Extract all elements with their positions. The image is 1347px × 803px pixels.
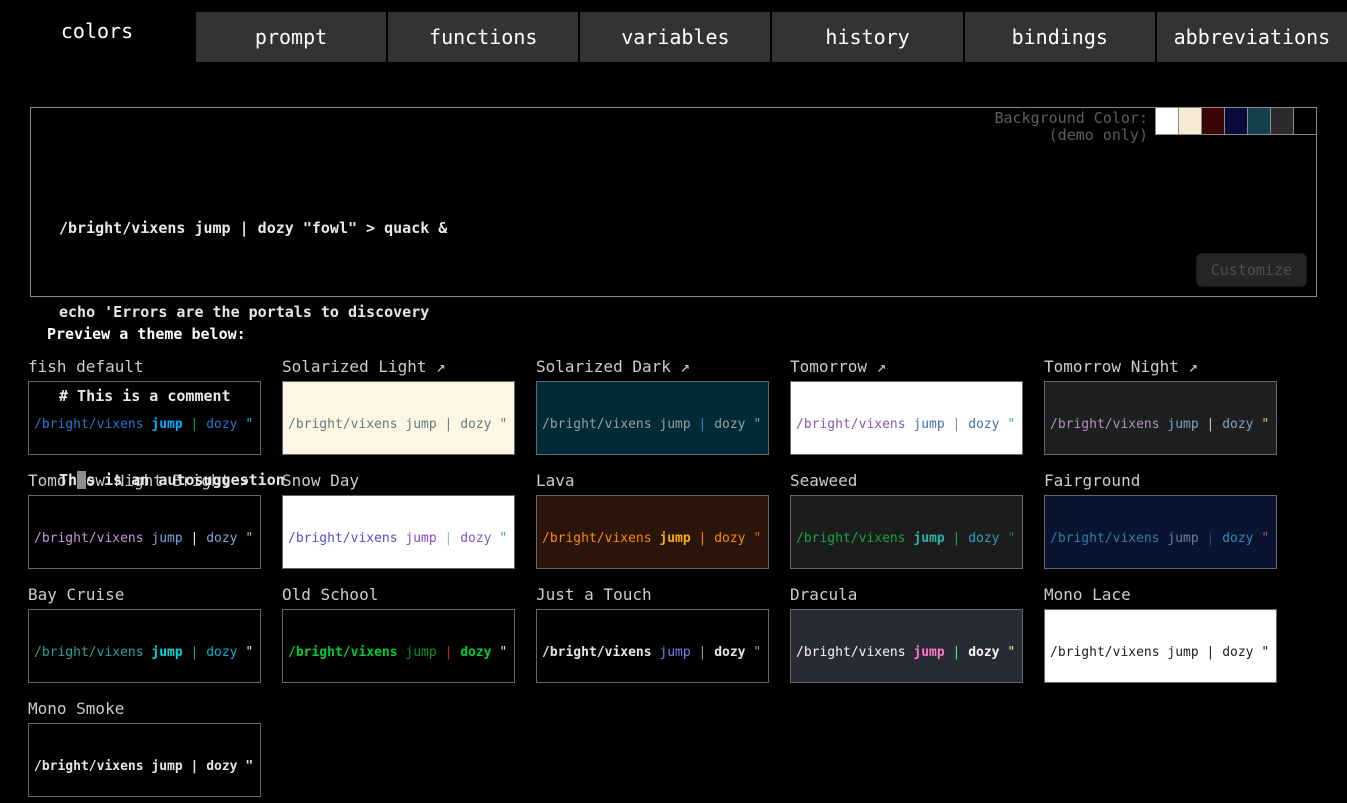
tab-prompt[interactable]: prompt: [196, 12, 386, 62]
tab-abbreviations[interactable]: abbreviations: [1157, 12, 1347, 62]
terminal-line-error: echo 'Errors are the portals to discover…: [59, 298, 1316, 326]
background-swatch-6[interactable]: [1293, 107, 1317, 135]
seg-path: /bright/vixens: [34, 759, 144, 774]
theme-line-command: /bright/vixens jump | dozy ": [1050, 645, 1271, 661]
seg-path: /bright/vixens: [34, 645, 144, 660]
terminal-line-comment: # This is a comment: [59, 382, 1316, 410]
seg-jump: jump: [1167, 645, 1198, 660]
theme-title-mono-lace[interactable]: Mono Lace: [1044, 585, 1298, 607]
seg-pipe: |: [191, 759, 199, 774]
autosuggestion-suffix: s is an autosuggestion: [86, 471, 285, 489]
background-swatch-5[interactable]: [1270, 107, 1294, 135]
theme-line-command: /bright/vixens jump | dozy ": [34, 759, 255, 775]
terminal-line-autosuggestion: This is an autosuggestion: [59, 466, 1316, 494]
theme-cell: Mono Lace /bright/vixens jump | dozy " e…: [1044, 585, 1298, 683]
theme-line-command: /bright/vixens jump | dozy ": [34, 645, 255, 661]
seg-jump: jump: [659, 645, 690, 660]
seg-path: /bright/vixens: [542, 645, 652, 660]
background-swatch-0[interactable]: [1155, 107, 1179, 135]
seg-quote: ": [245, 645, 253, 660]
theme-title-dracula[interactable]: Dracula: [790, 585, 1044, 607]
theme-card-dracula[interactable]: /bright/vixens jump | dozy " echo 'Error…: [790, 609, 1023, 683]
seg-path: /bright/vixens: [796, 645, 906, 660]
theme-cell: Bay Cruise /bright/vixens jump | dozy " …: [28, 585, 282, 683]
tab-history[interactable]: history: [772, 12, 962, 62]
seg-pipe: |: [699, 645, 707, 660]
seg-quote: ": [1261, 645, 1269, 660]
seg-jump: jump: [151, 759, 182, 774]
seg-dozy: dozy: [206, 759, 237, 774]
seg-dozy: dozy: [460, 645, 491, 660]
seg-quote: ": [1007, 645, 1015, 660]
tab-variables[interactable]: variables: [580, 12, 770, 62]
terminal-line-command: /bright/vixens jump | dozy "fowl" > quac…: [59, 214, 1316, 242]
seg-dozy: dozy: [1222, 645, 1253, 660]
theme-cell: Just a Touch /bright/vixens jump | dozy …: [536, 585, 790, 683]
theme-line-command: /bright/vixens jump | dozy ": [796, 645, 1017, 661]
seg-jump: jump: [151, 645, 182, 660]
terminal-preview: /bright/vixens jump | dozy "fowl" > quac…: [31, 108, 1316, 550]
background-swatch-2[interactable]: [1201, 107, 1225, 135]
theme-card-mono-lace[interactable]: /bright/vixens jump | dozy " echo 'Error…: [1044, 609, 1277, 683]
theme-title-bay-cruise[interactable]: Bay Cruise: [28, 585, 282, 607]
tab-colors[interactable]: colors: [0, 4, 194, 62]
background-swatch-row: [1156, 107, 1317, 144]
seg-quote: ": [499, 645, 507, 660]
terminal-cursor: i: [77, 471, 86, 489]
background-swatch-4[interactable]: [1247, 107, 1271, 135]
tab-bar: colorspromptfunctionsvariableshistorybin…: [0, 0, 1347, 62]
autosuggestion-prefix: Th: [59, 471, 77, 489]
background-color-label-line1: Background Color:: [994, 110, 1148, 127]
theme-cell: Old School /bright/vixens jump | dozy " …: [282, 585, 536, 683]
tab-functions[interactable]: functions: [388, 12, 578, 62]
theme-card-just-a-touch[interactable]: /bright/vixens jump | dozy " echo 'Error…: [536, 609, 769, 683]
tab-bindings[interactable]: bindings: [965, 12, 1155, 62]
seg-pipe: |: [191, 645, 199, 660]
background-color-label-line2: (demo only): [994, 127, 1148, 144]
seg-pipe: |: [953, 645, 961, 660]
seg-pipe: |: [1207, 645, 1215, 660]
theme-line-command: /bright/vixens jump | dozy ": [288, 645, 509, 661]
theme-line-command: /bright/vixens jump | dozy ": [542, 645, 763, 661]
background-swatch-1[interactable]: [1178, 107, 1202, 135]
background-color-picker: Background Color: (demo only): [994, 107, 1317, 144]
seg-jump: jump: [913, 645, 944, 660]
color-preview-panel: Background Color: (demo only) /bright/vi…: [30, 107, 1317, 297]
theme-cell: Dracula /bright/vixens jump | dozy " ech…: [790, 585, 1044, 683]
theme-card-old-school[interactable]: /bright/vixens jump | dozy " echo 'Error…: [282, 609, 515, 683]
theme-title-just-a-touch[interactable]: Just a Touch: [536, 585, 790, 607]
theme-card-mono-smoke[interactable]: /bright/vixens jump | dozy " echo 'Error…: [28, 723, 261, 797]
seg-quote: ": [753, 645, 761, 660]
background-color-label: Background Color: (demo only): [994, 110, 1148, 144]
seg-dozy: dozy: [206, 645, 237, 660]
theme-title-old-school[interactable]: Old School: [282, 585, 536, 607]
theme-title-mono-smoke[interactable]: Mono Smoke: [28, 699, 282, 721]
seg-jump: jump: [405, 645, 436, 660]
seg-pipe: |: [445, 645, 453, 660]
customize-button[interactable]: Customize: [1196, 253, 1307, 287]
seg-quote: ": [245, 759, 253, 774]
seg-dozy: dozy: [968, 645, 999, 660]
seg-path: /bright/vixens: [1050, 645, 1160, 660]
seg-path: /bright/vixens: [288, 645, 398, 660]
theme-card-bay-cruise[interactable]: /bright/vixens jump | dozy " echo 'Error…: [28, 609, 261, 683]
seg-dozy: dozy: [714, 645, 745, 660]
background-swatch-3[interactable]: [1224, 107, 1248, 135]
theme-cell: Mono Smoke /bright/vixens jump | dozy " …: [28, 699, 282, 797]
